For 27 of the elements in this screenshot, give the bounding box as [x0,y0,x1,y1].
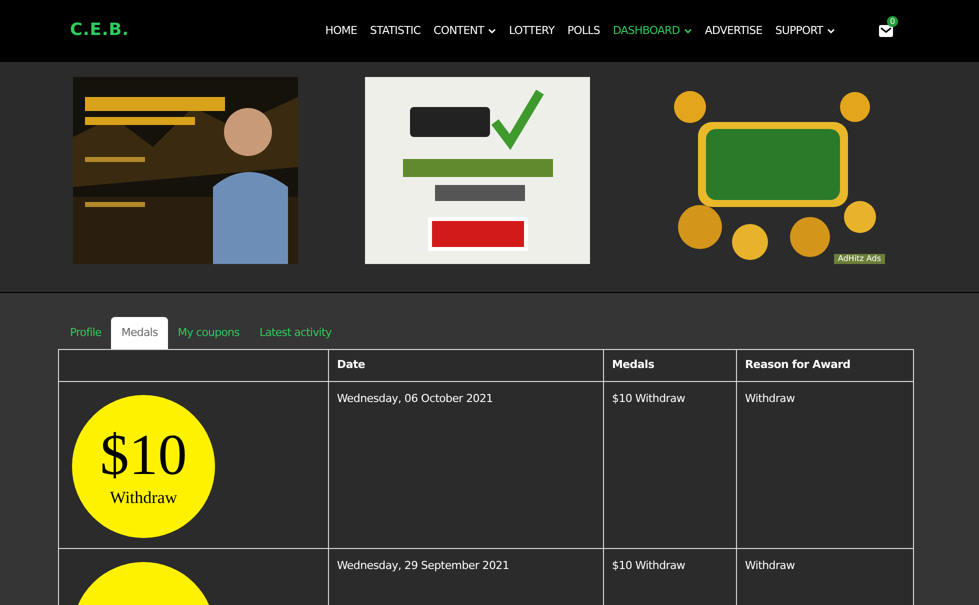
nav-link[interactable]: ADVERTISE [704,22,762,40]
site-logo[interactable]: C.E.B. [70,18,129,44]
column-header: Date [328,350,604,382]
table-cell: Withdraw [736,382,914,548]
chevron-down-icon [684,28,692,34]
nav-link[interactable]: HOME [325,22,358,40]
medal-amount: $10 [100,426,187,484]
column-header: Reason for Award [736,350,914,382]
medal-caption: Withdraw [110,488,178,508]
chevron-down-icon [827,28,835,34]
nav-link[interactable]: POLLS [567,22,600,40]
nav-link[interactable]: LOTTERY [508,22,554,40]
message-count-badge: 0 [887,16,898,27]
ad-label: AdHitz Ads [834,254,885,264]
chevron-down-icon [488,28,496,34]
tab[interactable]: Medals [111,317,168,349]
table-cell: $10 Withdraw [604,382,736,548]
tab[interactable]: Profile [60,317,112,349]
table-cell: Wednesday, 06 October 2021 [328,382,604,548]
nav-link[interactable]: STATISTIC [370,22,421,40]
nav-link[interactable]: CONTENT [434,22,496,40]
column-header: Medals [604,350,736,382]
nav-link[interactable]: SUPPORT [775,22,835,40]
tab[interactable]: Latest activity [249,317,342,349]
nav-link[interactable]: DASHBOARD [612,22,692,40]
mail-icon[interactable] [879,25,893,37]
tab[interactable]: My coupons [168,317,250,349]
